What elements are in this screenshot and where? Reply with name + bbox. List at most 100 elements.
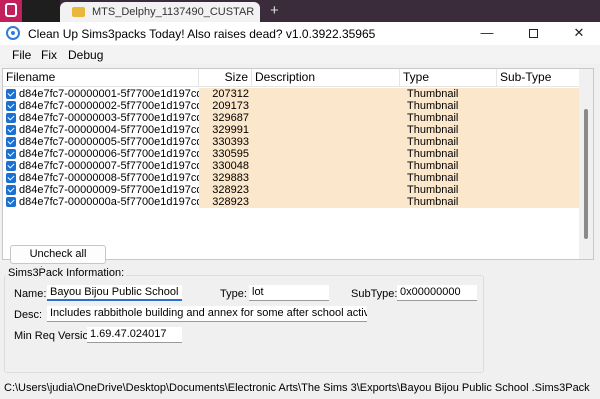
cell-type: Thumbnail xyxy=(407,172,459,184)
table-row[interactable]: d84e7fc7-00000002-5f7700e1d197cdc0.png 20… xyxy=(3,100,579,112)
cell-description xyxy=(255,160,398,172)
close-button[interactable]: ✕ xyxy=(556,22,600,45)
cell-size: 328923 xyxy=(212,184,249,196)
scrollbar-thumb[interactable] xyxy=(584,109,588,239)
cell-subtype xyxy=(503,112,577,124)
new-tab-button[interactable]: + xyxy=(270,2,279,19)
row-checkbox[interactable] xyxy=(6,173,16,183)
table-row[interactable]: d84e7fc7-00000007-5f7700e1d197cdc0.png 33… xyxy=(3,160,579,172)
cell-subtype xyxy=(503,184,577,196)
table-row[interactable]: d84e7fc7-00000004-5f7700e1d197cdc0.png 32… xyxy=(3,124,579,136)
cell-subtype xyxy=(503,88,577,100)
cell-type: Thumbnail xyxy=(407,160,459,172)
cell-type: Thumbnail xyxy=(407,184,459,196)
cell-size: 330393 xyxy=(212,136,249,148)
row-checkbox[interactable] xyxy=(6,161,16,171)
cell-size: 329687 xyxy=(212,112,249,124)
cell-size: 329991 xyxy=(212,124,249,136)
app-icon xyxy=(6,26,20,40)
cell-description xyxy=(255,184,398,196)
table-row[interactable]: d84e7fc7-00000006-5f7700e1d197cdc0.png 33… xyxy=(3,148,579,160)
cell-type: Thumbnail xyxy=(407,196,459,208)
status-path: C:\Users\judia\OneDrive\Desktop\Document… xyxy=(4,382,590,394)
column-header-description[interactable]: Description xyxy=(252,69,400,87)
table-row[interactable]: d84e7fc7-00000009-5f7700e1d197cdc0.png 32… xyxy=(3,184,579,196)
cell-type: Thumbnail xyxy=(407,88,459,100)
cell-size: 328923 xyxy=(212,196,249,208)
row-checkbox[interactable] xyxy=(6,137,16,147)
subtype-label: SubType: xyxy=(351,288,398,300)
desc-field[interactable]: Includes rabbithole building and annex f… xyxy=(47,306,367,322)
table-row[interactable]: d84e7fc7-00000005-5f7700e1d197cdc0.png 33… xyxy=(3,136,579,148)
row-checkbox[interactable] xyxy=(6,125,16,135)
background-browser-tab[interactable]: MTS_Delphy_1137490_CUSTAR xyxy=(60,2,260,22)
menu-file[interactable]: File xyxy=(12,48,31,62)
column-header-subtype[interactable]: Sub-Type xyxy=(497,69,579,87)
name-field[interactable]: Bayou Bijou Public School xyxy=(47,285,182,301)
sims3pack-info-title: Sims3Pack Information: xyxy=(6,267,127,279)
column-header-filename[interactable]: Filename xyxy=(3,69,199,87)
desc-label: Desc: xyxy=(14,309,43,321)
cell-size: 330048 xyxy=(212,160,249,172)
cell-subtype xyxy=(503,160,577,172)
menu-bar: File Fix Debug xyxy=(0,45,600,64)
cell-size: 209173 xyxy=(212,100,249,112)
type-field[interactable]: lot xyxy=(249,285,329,301)
vertical-scrollbar[interactable] xyxy=(579,69,593,259)
browser-tab-title: MTS_Delphy_1137490_CUSTAR xyxy=(92,6,255,18)
list-header: Filename Size Description Type Sub-Type xyxy=(3,69,579,87)
cell-subtype xyxy=(503,172,577,184)
min-req-version-label: Min Req Version: xyxy=(14,330,98,342)
row-checkbox[interactable] xyxy=(6,197,16,207)
column-header-size[interactable]: Size xyxy=(199,69,252,87)
cell-description xyxy=(255,136,398,148)
cell-type: Thumbnail xyxy=(407,136,459,148)
maximize-button[interactable] xyxy=(510,22,556,45)
cell-filename: d84e7fc7-0000000a-5f7700e1d197cdc0.png xyxy=(19,196,199,208)
cell-filename: d84e7fc7-00000007-5f7700e1d197cdc0.png xyxy=(19,160,199,172)
table-row[interactable]: d84e7fc7-00000003-5f7700e1d197cdc0.png 32… xyxy=(3,112,579,124)
cell-subtype xyxy=(503,148,577,160)
subtype-field[interactable]: 0x00000000 xyxy=(397,285,477,301)
cell-description xyxy=(255,196,398,208)
cell-description xyxy=(255,172,398,184)
cell-description xyxy=(255,124,398,136)
cell-filename: d84e7fc7-00000003-5f7700e1d197cdc0.png xyxy=(19,112,199,124)
table-row[interactable]: d84e7fc7-00000001-5f7700e1d197cdc0.png 20… xyxy=(3,88,579,100)
cell-filename: d84e7fc7-00000008-5f7700e1d197cdc0.png xyxy=(19,172,199,184)
cell-subtype xyxy=(503,124,577,136)
row-checkbox[interactable] xyxy=(6,113,16,123)
window-title: Clean Up Sims3packs Today! Also raises d… xyxy=(28,27,376,41)
cell-size: 330595 xyxy=(212,148,249,160)
uncheck-all-images-button[interactable]: Uncheck all Images xyxy=(10,245,106,277)
cell-subtype xyxy=(503,100,577,112)
column-header-type[interactable]: Type xyxy=(400,69,497,87)
row-checkbox[interactable] xyxy=(6,149,16,159)
menu-debug[interactable]: Debug xyxy=(68,48,103,62)
cell-filename: d84e7fc7-00000001-5f7700e1d197cdc0.png xyxy=(19,88,199,100)
cell-description xyxy=(255,88,398,100)
cell-size: 329883 xyxy=(212,172,249,184)
file-list[interactable]: Filename Size Description Type Sub-Type … xyxy=(2,68,594,260)
table-row[interactable]: d84e7fc7-0000000a-5f7700e1d197cdc0.png 32… xyxy=(3,196,579,208)
title-bar: Clean Up Sims3packs Today! Also raises d… xyxy=(0,22,600,45)
row-checkbox[interactable] xyxy=(6,89,16,99)
maximize-icon xyxy=(528,29,538,39)
background-browser-strip: MTS_Delphy_1137490_CUSTAR + xyxy=(0,0,600,22)
minimize-button[interactable]: — xyxy=(464,22,510,45)
background-app-icon xyxy=(0,0,22,22)
menu-fix[interactable]: Fix xyxy=(41,48,57,62)
row-checkbox[interactable] xyxy=(6,185,16,195)
table-row[interactable]: d84e7fc7-00000008-5f7700e1d197cdc0.png 32… xyxy=(3,172,579,184)
min-req-version-field[interactable]: 1.69.47.024017 xyxy=(87,327,182,343)
row-checkbox[interactable] xyxy=(6,101,16,111)
cell-type: Thumbnail xyxy=(407,112,459,124)
cell-subtype xyxy=(503,196,577,208)
cell-description xyxy=(255,112,398,124)
folder-icon xyxy=(72,7,85,17)
cell-filename: d84e7fc7-00000006-5f7700e1d197cdc0.png xyxy=(19,148,199,160)
app-window: Clean Up Sims3packs Today! Also raises d… xyxy=(0,22,600,399)
cell-description xyxy=(255,100,398,112)
cell-filename: d84e7fc7-00000009-5f7700e1d197cdc0.png xyxy=(19,184,199,196)
type-label: Type: xyxy=(220,288,247,300)
